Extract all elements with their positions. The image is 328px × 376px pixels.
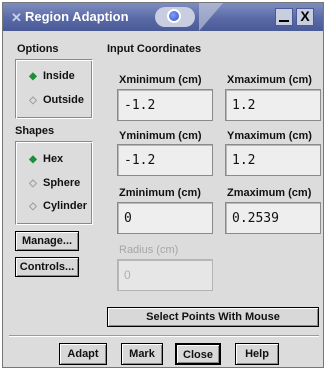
radio-hex-label: Hex	[43, 153, 64, 165]
input-coordinates-label: Input Coordinates	[107, 43, 202, 55]
xmin-field[interactable]: -1.2	[117, 89, 213, 121]
controls-button[interactable]: Controls...	[15, 257, 79, 277]
radius-label: Radius (cm)	[119, 244, 179, 256]
options-group	[15, 59, 93, 119]
adapt-button[interactable]: Adapt	[59, 343, 107, 365]
close-button[interactable]: Close	[175, 343, 221, 365]
radio-inside-label: Inside	[43, 70, 75, 82]
help-button[interactable]: Help	[235, 343, 279, 365]
zmin-label: Zminimum (cm)	[119, 187, 201, 199]
ymax-label: Ymaximum (cm)	[227, 130, 312, 142]
close-window-button[interactable]: X	[296, 8, 314, 26]
radio-inside[interactable]: ◆ Inside	[27, 70, 75, 82]
app-icon[interactable]: ✕	[11, 10, 22, 26]
title-bar[interactable]: ✕ Region Adaption X	[3, 3, 323, 31]
xmax-label: Xmaximum (cm)	[227, 74, 312, 86]
radio-selected-icon: ◆	[29, 71, 37, 82]
radio-outside-label: Outside	[43, 94, 84, 106]
radio-hex[interactable]: ◆ Hex	[27, 153, 63, 165]
radio-unselected-icon: ◇	[29, 201, 37, 212]
radius-field: 0	[117, 259, 213, 291]
title-tab	[155, 7, 195, 27]
region-adaption-window: ✕ Region Adaption X Options ◆ Inside ◇ Out…	[2, 2, 324, 368]
select-points-button[interactable]: Select Points With Mouse	[107, 307, 319, 327]
zmax-label: Zmaximum (cm)	[227, 187, 312, 199]
separator	[9, 335, 319, 337]
radio-sphere[interactable]: ◇ Sphere	[27, 177, 80, 189]
ymax-field[interactable]: 1.2	[225, 144, 321, 176]
ymin-label: Yminimum (cm)	[119, 130, 202, 142]
manage-button[interactable]: Manage...	[15, 231, 79, 251]
radio-selected-icon: ◆	[29, 154, 37, 165]
globe-icon	[167, 9, 181, 23]
ymin-field[interactable]: -1.2	[117, 144, 213, 176]
options-label: Options	[17, 43, 59, 55]
radio-cylinder-label: Cylinder	[43, 200, 88, 212]
xmax-field[interactable]: 1.2	[225, 89, 321, 121]
radio-cylinder[interactable]: ◇ Cylinder	[27, 200, 87, 212]
zmin-field[interactable]: 0	[117, 202, 213, 234]
mark-button[interactable]: Mark	[121, 343, 163, 365]
radio-outside[interactable]: ◇ Outside	[27, 94, 84, 106]
zmax-field[interactable]: 0.2539	[225, 202, 321, 234]
xmin-label: Xminimum (cm)	[119, 74, 202, 86]
minimize-button[interactable]	[275, 8, 293, 26]
radio-sphere-label: Sphere	[43, 177, 81, 189]
window-title: Region Adaption	[25, 9, 129, 24]
title-decoration	[199, 3, 223, 31]
shapes-label: Shapes	[15, 125, 55, 137]
radio-unselected-icon: ◇	[29, 95, 37, 106]
radio-unselected-icon: ◇	[29, 178, 37, 189]
